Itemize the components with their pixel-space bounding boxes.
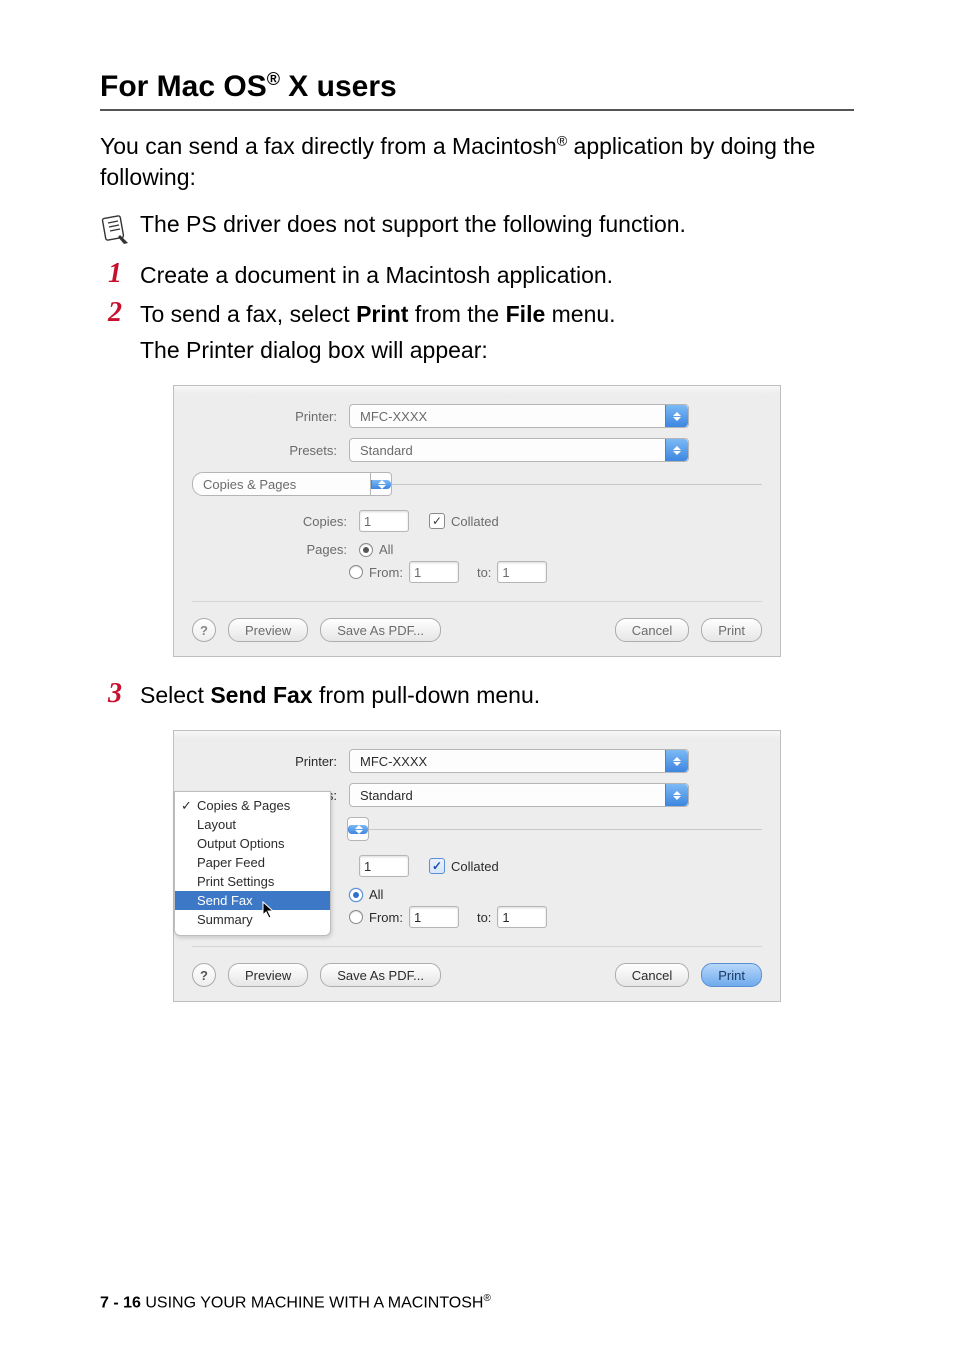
pages-all-radio-1[interactable] <box>359 543 373 557</box>
step-1-text: Create a document in a Macintosh applica… <box>140 259 854 292</box>
intro-text-a: You can send a fax directly from a Macin… <box>100 133 557 159</box>
menu-item-print-settings[interactable]: Print Settings <box>175 872 330 891</box>
select-stepper-icon <box>665 784 688 806</box>
from-value-1: 1 <box>414 565 421 580</box>
step-2-line2: The Printer dialog box will appear: <box>140 334 854 367</box>
from-field-1[interactable]: 1 <box>409 561 459 583</box>
select-stepper-icon <box>665 750 688 772</box>
step-3-number: 3 <box>100 679 122 710</box>
cancel-button-2[interactable]: Cancel <box>615 963 689 987</box>
copies-field-1[interactable]: 1 <box>359 510 409 532</box>
preview-button-2[interactable]: Preview <box>228 963 308 987</box>
note-text: The PS driver does not support the follo… <box>140 211 686 238</box>
collated-checkbox-1[interactable] <box>429 513 445 529</box>
pages-label-1: Pages: <box>192 542 359 557</box>
intro-reg: ® <box>557 132 567 148</box>
note-icon <box>100 211 130 245</box>
section-dropdown-menu[interactable]: Copies & Pages Layout Output Options Pap… <box>174 791 331 936</box>
step-1-number: 1 <box>100 259 122 290</box>
collated-checkbox-2[interactable] <box>429 858 445 874</box>
cancel-button-1[interactable]: Cancel <box>615 618 689 642</box>
presets-label-1: Presets: <box>192 443 349 458</box>
step-2-line1: To send a fax, select Print from the Fil… <box>140 298 854 331</box>
copies-value-2: 1 <box>364 859 371 874</box>
step-3-text: Select Send Fax from pull-down menu. <box>140 679 854 712</box>
help-button-1[interactable]: ? <box>192 618 216 642</box>
from-field-2[interactable]: 1 <box>409 906 459 928</box>
section-select-1[interactable]: Copies & Pages <box>192 472 371 496</box>
help-button-2[interactable]: ? <box>192 963 216 987</box>
menu-item-paper-feed[interactable]: Paper Feed <box>175 853 330 872</box>
select-stepper-icon <box>348 825 368 834</box>
preview-button-1[interactable]: Preview <box>228 618 308 642</box>
to-value-2: 1 <box>502 910 509 925</box>
section-divider <box>368 829 762 830</box>
section-heading: For Mac OS® X users <box>100 70 854 111</box>
select-stepper-icon <box>371 480 391 489</box>
printer-select-1[interactable]: MFC-XXXX <box>349 404 689 428</box>
presets-value-2: Standard <box>360 788 413 803</box>
pages-all-radio-2[interactable] <box>349 888 363 902</box>
footer-reg: ® <box>483 1293 490 1304</box>
menu-item-copies-pages[interactable]: Copies & Pages <box>175 796 330 815</box>
from-label-1: From: <box>369 565 403 580</box>
section-select-row-1: Copies & Pages <box>192 472 762 496</box>
heading-reg: ® <box>267 69 280 89</box>
step-2-number: 2 <box>100 298 122 329</box>
page-number: 7 - 16 <box>100 1294 141 1311</box>
copies-value-1: 1 <box>364 514 371 529</box>
menu-item-output-options[interactable]: Output Options <box>175 834 330 853</box>
printer-select-2[interactable]: MFC-XXXX <box>349 749 689 773</box>
to-field-1[interactable]: 1 <box>497 561 547 583</box>
step-3: 3 Select Send Fax from pull-down menu. <box>100 679 854 712</box>
print-dialog-2: Printer: MFC-XXXX Presets: Standard Copi… <box>173 730 781 1002</box>
printer-value-2: MFC-XXXX <box>360 754 427 769</box>
printer-label-2: Printer: <box>192 754 349 769</box>
menu-item-send-fax[interactable]: Send Fax <box>175 891 330 910</box>
step-1: 1 Create a document in a Macintosh appli… <box>100 259 854 292</box>
pages-all-label-2: All <box>369 887 383 902</box>
collated-label-1: Collated <box>451 514 499 529</box>
print-button-1[interactable]: Print <box>701 618 762 642</box>
section-value-1: Copies & Pages <box>203 477 296 492</box>
save-as-pdf-button-2[interactable]: Save As PDF... <box>320 963 441 987</box>
note-row: The PS driver does not support the follo… <box>100 211 854 245</box>
pages-from-radio-1[interactable] <box>349 565 363 579</box>
pages-all-label-1: All <box>379 542 393 557</box>
save-as-pdf-button-1[interactable]: Save As PDF... <box>320 618 441 642</box>
intro-paragraph: You can send a fax directly from a Macin… <box>100 131 854 193</box>
step-2: 2 To send a fax, select Print from the F… <box>100 298 854 367</box>
copies-field-2[interactable]: 1 <box>359 855 409 877</box>
printer-value-1: MFC-XXXX <box>360 409 427 424</box>
to-value-1: 1 <box>502 565 509 580</box>
to-field-2[interactable]: 1 <box>497 906 547 928</box>
heading-prefix: For Mac OS <box>100 70 267 103</box>
presets-select-1[interactable]: Standard <box>349 438 689 462</box>
section-select-stepper-1[interactable] <box>371 472 392 496</box>
print-dialog-1: Printer: MFC-XXXX Presets: Standard Copi… <box>173 385 781 657</box>
page-footer: 7 - 16 USING YOUR MACHINE WITH A MACINTO… <box>100 1293 491 1312</box>
pages-from-radio-2[interactable] <box>349 910 363 924</box>
to-label-2: to: <box>477 910 491 925</box>
menu-item-layout[interactable]: Layout <box>175 815 330 834</box>
menu-item-summary[interactable]: Summary <box>175 910 330 929</box>
presets-value-1: Standard <box>360 443 413 458</box>
from-value-2: 1 <box>414 910 421 925</box>
to-label-1: to: <box>477 565 491 580</box>
select-stepper-icon <box>665 439 688 461</box>
section-divider <box>391 484 762 485</box>
printer-label-1: Printer: <box>192 409 349 424</box>
footer-text: USING YOUR MACHINE WITH A MACINTOSH <box>141 1294 484 1311</box>
select-stepper-icon <box>665 405 688 427</box>
collated-label-2: Collated <box>451 859 499 874</box>
heading-suffix: X users <box>280 70 397 103</box>
copies-label-1: Copies: <box>192 514 359 529</box>
print-button-2[interactable]: Print <box>701 963 762 987</box>
presets-select-2[interactable]: Standard <box>349 783 689 807</box>
section-select-stepper-2[interactable] <box>347 817 369 841</box>
from-label-2: From: <box>369 910 403 925</box>
